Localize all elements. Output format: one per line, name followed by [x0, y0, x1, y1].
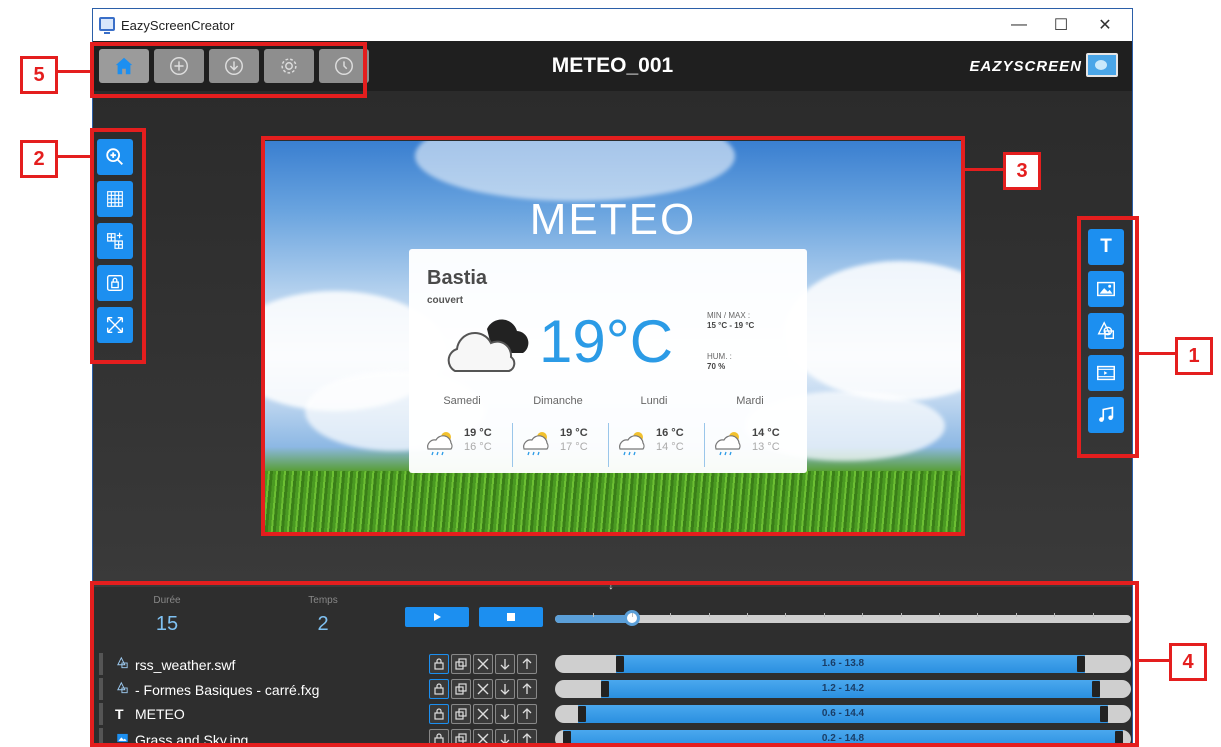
window-title: EazyScreenCreator [121, 18, 235, 33]
brand-name: EAZYSCREEN [969, 58, 1082, 75]
annotation-label-1: 1 [1175, 337, 1213, 375]
maximize-button[interactable]: ☐ [1041, 13, 1081, 37]
annotation-leader [58, 70, 90, 73]
annotation-box-2 [90, 128, 146, 364]
annotation-leader [965, 168, 1003, 171]
minimize-button[interactable]: — [999, 13, 1039, 37]
annotation-box-4 [90, 581, 1139, 747]
annotation-label-2: 2 [20, 140, 58, 178]
app-icon [99, 17, 115, 34]
annotation-leader [1139, 352, 1175, 355]
annotation-label-5: 5 [20, 56, 58, 94]
annotation-label-4: 4 [1169, 643, 1207, 681]
annotation-box-3 [261, 136, 965, 536]
annotation-label-3: 3 [1003, 152, 1041, 190]
brand-logo [1086, 53, 1118, 77]
title-bar: EazyScreenCreator — ☐ ✕ [93, 9, 1132, 41]
annotation-box-5 [90, 42, 367, 98]
page: EazyScreenCreator — ☐ ✕ METEO_001 EAZYSC… [0, 0, 1221, 747]
annotation-leader [58, 155, 90, 158]
annotation-leader [1139, 659, 1169, 662]
annotation-box-1 [1077, 216, 1139, 458]
close-button[interactable]: ✕ [1085, 13, 1125, 37]
